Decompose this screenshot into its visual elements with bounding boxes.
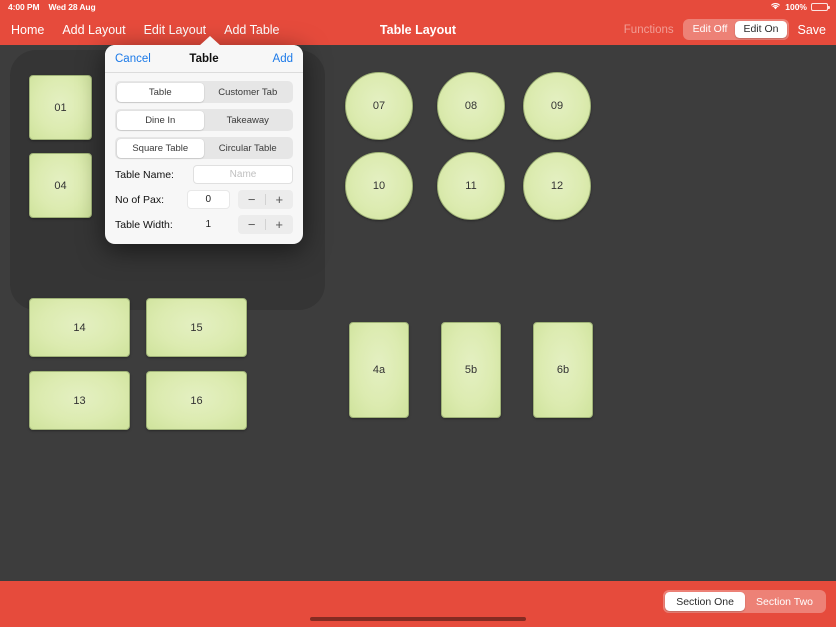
- home-indicator: [310, 617, 526, 621]
- table-label: 16: [190, 394, 203, 407]
- table-shape-16[interactable]: 16: [146, 371, 247, 430]
- section-segmented-control-wrapper: Section One Section Two: [663, 590, 826, 614]
- table-name-input[interactable]: Name: [193, 165, 293, 184]
- table-label: 01: [54, 101, 67, 114]
- table-shape-04[interactable]: 04: [29, 153, 92, 218]
- table-name-label: Table Name:: [115, 168, 174, 181]
- cancel-button[interactable]: Cancel: [115, 53, 151, 65]
- table-shape-14[interactable]: 14: [29, 298, 130, 357]
- minus-icon[interactable]: −: [238, 190, 266, 209]
- table-label: 14: [73, 321, 86, 334]
- bottom-bar: Section One Section Two: [0, 581, 836, 627]
- no-of-pax-stepper[interactable]: − +: [237, 190, 293, 209]
- save-button[interactable]: Save: [798, 23, 827, 37]
- section-two-option[interactable]: Section Two: [745, 592, 824, 611]
- type-option-table[interactable]: Table: [116, 82, 204, 102]
- plus-icon[interactable]: +: [265, 215, 293, 234]
- status-right-group: 100%: [770, 2, 830, 12]
- table-shape-10[interactable]: 10: [345, 152, 413, 220]
- service-segment[interactable]: Dine In Takeaway: [115, 109, 293, 131]
- nav-item-add-table[interactable]: Add Table: [224, 23, 279, 37]
- navigation-bar: Home Add Layout Edit Layout Add Table Ta…: [0, 14, 836, 45]
- nav-right-group: Functions Edit Off Edit On Save: [624, 14, 826, 45]
- table-label: 5b: [464, 364, 478, 376]
- nav-item-edit-layout[interactable]: Edit Layout: [144, 23, 207, 37]
- table-width-input[interactable]: 1: [187, 215, 230, 234]
- service-option-dine-in[interactable]: Dine In: [116, 110, 204, 130]
- section-segmented-control[interactable]: Section One Section Two: [663, 590, 826, 614]
- nav-item-add-layout[interactable]: Add Layout: [62, 23, 125, 37]
- table-label: 07: [372, 100, 386, 112]
- table-shape-6b[interactable]: 6b: [533, 322, 593, 418]
- table-label: 4a: [372, 364, 386, 376]
- plus-icon[interactable]: +: [265, 190, 293, 209]
- table-name-row: Table Name: Name: [115, 165, 293, 184]
- add-button[interactable]: Add: [273, 53, 293, 65]
- table-shape-4a[interactable]: 4a: [349, 322, 409, 418]
- functions-label[interactable]: Functions: [624, 24, 674, 36]
- status-time: 4:00 PM: [8, 2, 40, 12]
- edit-mode-segmented-control[interactable]: Edit Off Edit On: [682, 18, 789, 41]
- no-of-pax-row: No of Pax: 0 − +: [115, 190, 293, 209]
- edit-off-option[interactable]: Edit Off: [685, 21, 736, 38]
- table-shape-15[interactable]: 15: [146, 298, 247, 357]
- table-label: 15: [190, 321, 203, 334]
- table-shape-07[interactable]: 07: [345, 72, 413, 140]
- type-segment[interactable]: Table Customer Tab: [115, 81, 293, 103]
- table-width-stepper[interactable]: − +: [237, 215, 293, 234]
- table-shape-12[interactable]: 12: [523, 152, 591, 220]
- table-label: 13: [73, 394, 86, 407]
- table-width-row: Table Width: 1 − +: [115, 215, 293, 234]
- nav-item-home[interactable]: Home: [11, 23, 44, 37]
- battery-percent: 100%: [785, 2, 807, 12]
- shape-segment[interactable]: Square Table Circular Table: [115, 137, 293, 159]
- shape-option-circular-table[interactable]: Circular Table: [204, 139, 292, 158]
- table-shape-08[interactable]: 08: [437, 72, 505, 140]
- popover-body: Table Customer Tab Dine In Takeaway Squa…: [105, 73, 303, 244]
- table-shape-09[interactable]: 09: [523, 72, 591, 140]
- wifi-icon: [770, 2, 781, 12]
- table-label: 04: [54, 179, 67, 192]
- minus-icon[interactable]: −: [238, 215, 266, 234]
- type-option-customer-tab[interactable]: Customer Tab: [204, 83, 292, 102]
- shape-option-square-table[interactable]: Square Table: [116, 138, 204, 158]
- nav-left-group: Home Add Layout Edit Layout Add Table: [11, 14, 280, 45]
- status-date: Wed 28 Aug: [48, 2, 96, 12]
- section-one-option[interactable]: Section One: [665, 592, 745, 612]
- table-label: 08: [464, 100, 478, 112]
- battery-full-icon: [811, 3, 830, 11]
- table-shape-01[interactable]: 01: [29, 75, 92, 140]
- table-label: 09: [550, 100, 564, 112]
- table-label: 10: [372, 180, 386, 192]
- service-option-takeaway[interactable]: Takeaway: [204, 111, 292, 130]
- no-of-pax-label: No of Pax:: [115, 193, 165, 206]
- table-label: 6b: [556, 364, 570, 376]
- add-table-popover: Cancel Table Add Table Customer Tab Dine…: [105, 36, 303, 244]
- table-shape-11[interactable]: 11: [437, 152, 505, 220]
- table-shape-5b[interactable]: 5b: [441, 322, 501, 418]
- popover-header: Cancel Table Add: [105, 45, 303, 73]
- edit-on-option[interactable]: Edit On: [735, 20, 787, 39]
- status-bar: 4:00 PM Wed 28 Aug 100%: [0, 0, 836, 14]
- no-of-pax-input[interactable]: 0: [186, 190, 230, 209]
- table-width-label: Table Width:: [115, 218, 173, 231]
- table-shape-13[interactable]: 13: [29, 371, 130, 430]
- table-label: 11: [465, 180, 477, 192]
- table-label: 12: [550, 180, 564, 192]
- app-root: 4:00 PM Wed 28 Aug 100% Home Add Layout …: [0, 0, 836, 627]
